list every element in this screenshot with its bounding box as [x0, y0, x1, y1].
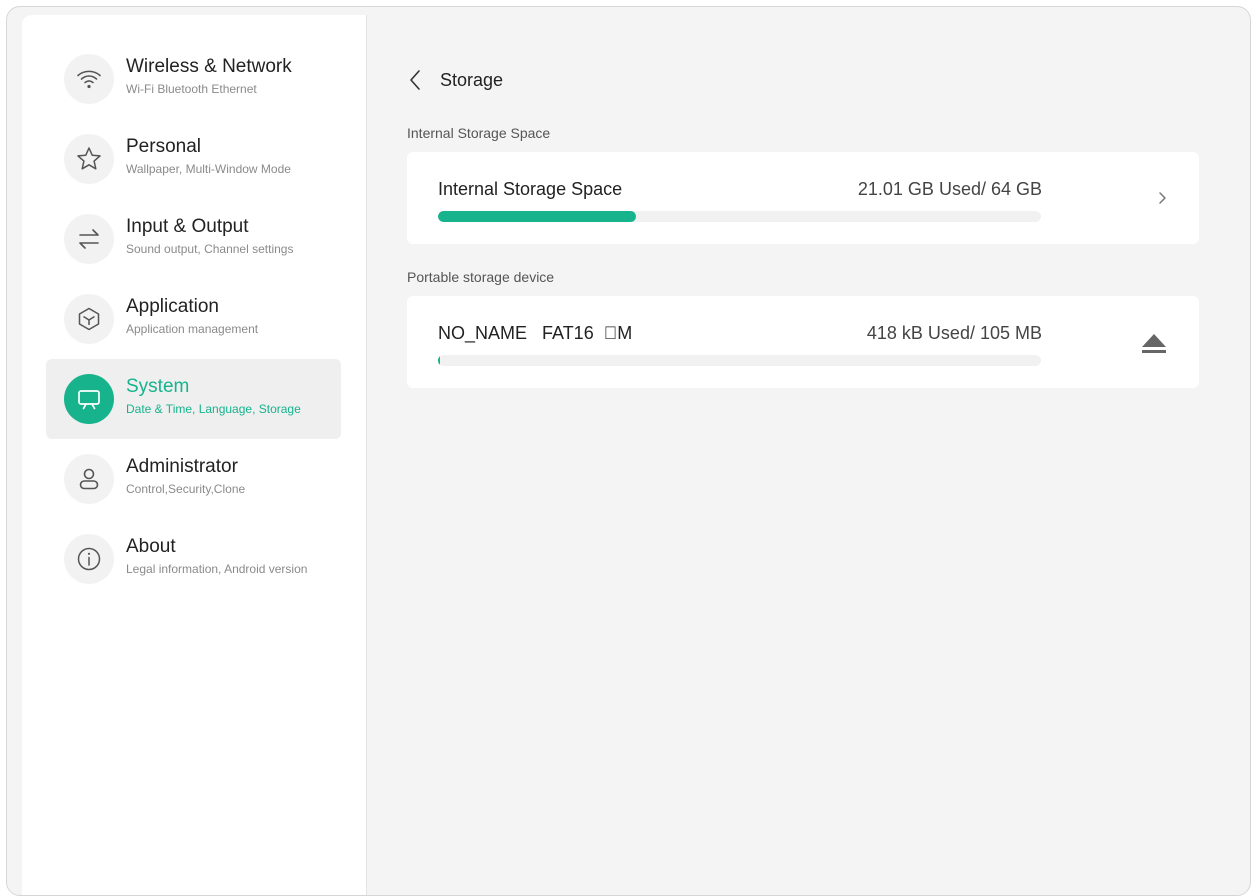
sidebar-item-title: System: [126, 376, 190, 397]
sidebar-item-title: Application: [126, 296, 219, 317]
sidebar-item-about[interactable]: About Legal information, Android version: [46, 519, 341, 599]
sidebar-item-title: Personal: [126, 136, 201, 157]
sidebar: Wireless & Network Wi-Fi Bluetooth Ether…: [22, 15, 367, 895]
internal-storage-usage: 21.01 GB Used/ 64 GB: [857, 179, 1042, 199]
internal-storage-card[interactable]: Internal Storage Space 21.01 GB Used/ 64…: [407, 152, 1199, 244]
portable-storage-progress-bar: [438, 355, 1041, 366]
page-title: Storage: [440, 69, 504, 90]
storage-panel: Storage Internal Storage Space Internal …: [368, 15, 1248, 895]
sidebar-item-application[interactable]: Application Application management: [46, 279, 341, 359]
portable-storage-section-label: Portable storage device: [407, 269, 555, 285]
sidebar-item-title: About: [126, 536, 176, 557]
sidebar-item-title: Administrator: [126, 456, 238, 477]
settings-window: Wireless & Network Wi-Fi Bluetooth Ether…: [6, 6, 1251, 896]
sidebar-item-personal[interactable]: Personal Wallpaper, Multi-Window Mode: [46, 119, 341, 199]
sidebar-item-title: Wireless & Network: [126, 56, 292, 77]
sidebar-item-subtitle: Application management: [126, 322, 259, 336]
internal-storage-name: Internal Storage Space: [438, 179, 623, 199]
eject-icon: [1142, 334, 1166, 353]
sidebar-item-wireless-network[interactable]: Wireless & Network Wi-Fi Bluetooth Ether…: [46, 39, 341, 119]
portable-storage-card[interactable]: NO_NAME FAT16  M 418 kB Used/ 105 MB: [407, 296, 1199, 388]
sidebar-item-system[interactable]: System Date & Time, Language, Storage: [46, 359, 341, 439]
sidebar-item-title: Input & Output: [126, 216, 249, 237]
eject-button[interactable]: [1139, 329, 1169, 357]
sidebar-item-input-output[interactable]: Input & Output Sound output, Channel set…: [46, 199, 341, 279]
wifi-icon: [64, 54, 114, 104]
internal-storage-progress-fill: [438, 211, 636, 222]
internal-storage-progress-bar: [438, 211, 1041, 222]
swap-arrows-icon: [64, 214, 114, 264]
chevron-left-icon: [410, 70, 420, 90]
sidebar-item-subtitle: Wi-Fi Bluetooth Ethernet: [126, 82, 257, 96]
portable-storage-usage: 418 kB Used/ 105 MB: [866, 323, 1042, 343]
info-icon: [64, 534, 114, 584]
sidebar-item-subtitle: Date & Time, Language, Storage: [126, 402, 301, 416]
chevron-right-icon[interactable]: [1153, 186, 1173, 210]
portable-storage-name: NO_NAME FAT16  M: [438, 323, 633, 343]
sidebar-item-subtitle: Legal information, Android version: [126, 562, 308, 576]
back-button[interactable]: [408, 65, 436, 95]
sidebar-item-subtitle: Sound output, Channel settings: [126, 242, 294, 256]
user-icon: [64, 454, 114, 504]
star-icon: [64, 134, 114, 184]
page-header: Storage: [408, 65, 503, 95]
sidebar-item-subtitle: Control,Security,Clone: [126, 482, 246, 496]
cube-icon: [64, 294, 114, 344]
sidebar-item-administrator[interactable]: Administrator Control,Security,Clone: [46, 439, 341, 519]
sidebar-item-subtitle: Wallpaper, Multi-Window Mode: [126, 162, 291, 176]
display-icon: [64, 374, 114, 424]
internal-storage-section-label: Internal Storage Space: [407, 125, 551, 141]
portable-storage-progress-fill: [438, 355, 441, 366]
